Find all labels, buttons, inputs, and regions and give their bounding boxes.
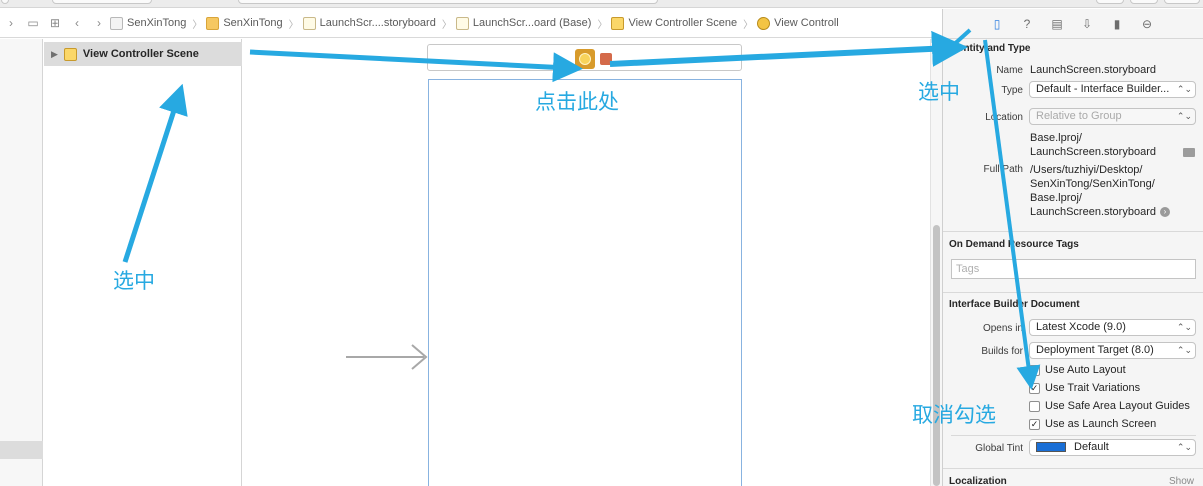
folder-icon[interactable] xyxy=(1183,148,1195,157)
on-demand-resource-tags-title: On Demand Resource Tags xyxy=(949,239,1079,250)
file-inspector-icon[interactable]: ▯ xyxy=(989,16,1005,32)
full-path-line-2: SenXinTong/SenXinTong/ xyxy=(1030,178,1155,190)
size-inspector-icon[interactable]: ▮ xyxy=(1109,16,1125,32)
outline-item-label: View Controller Scene xyxy=(82,48,199,60)
navigator-selection[interactable] xyxy=(0,441,43,459)
breadcrumb-view-controller[interactable]: View Controll xyxy=(757,16,839,30)
breadcrumb-separator-icon: 〉 xyxy=(597,19,608,31)
jump-bar: › ▭ ⊞ ‹ › SenXinTong 〉 SenXinTong 〉 Laun… xyxy=(0,9,942,38)
localization-show-button[interactable]: Show xyxy=(1169,476,1194,486)
toolbar-activity-view xyxy=(238,0,658,4)
annotation-click-here: 点击此处 xyxy=(535,90,619,114)
folder-icon xyxy=(206,16,220,30)
use-safe-area-layout-guides-checkbox[interactable]: Use Safe Area Layout Guides xyxy=(1029,400,1190,412)
first-responder-dock-icon[interactable] xyxy=(600,53,612,65)
type-label: Type xyxy=(1001,85,1023,96)
location-path-line-1: Base.lproj/ xyxy=(1030,132,1082,144)
storyboard-file-icon xyxy=(302,16,316,30)
toolbar-editor-button[interactable] xyxy=(1130,0,1158,4)
full-path-label: Full Path xyxy=(983,164,1023,175)
breadcrumb-separator-icon: 〉 xyxy=(288,19,299,31)
view-controller-icon xyxy=(757,16,771,30)
window-toolbar-strip xyxy=(0,0,1203,8)
toolbar-button[interactable] xyxy=(1,0,9,4)
checkbox-checked[interactable]: ✓ xyxy=(1029,364,1040,376)
opens-in-label: Opens in xyxy=(982,323,1023,334)
use-auto-layout-checkbox[interactable]: ✓ Use Auto Layout xyxy=(1029,364,1126,376)
popup-chevron-icon: ⌃⌄ xyxy=(1176,322,1192,332)
disclosure-triangle-icon[interactable]: ▶ xyxy=(51,49,58,60)
breadcrumb-separator-icon: 〉 xyxy=(441,19,452,31)
builds-for-popup[interactable]: Deployment Target (8.0) ⌃⌄ xyxy=(1029,342,1196,359)
section-divider xyxy=(943,468,1203,469)
checkbox-unchecked[interactable] xyxy=(1029,400,1040,412)
annotation-uncheck: 取消勾选 xyxy=(912,403,996,427)
full-path-line-1: /Users/tuzhiyi/Desktop/ xyxy=(1030,164,1143,176)
popup-chevron-icon: ⌃⌄ xyxy=(1176,345,1192,355)
scene-icon xyxy=(611,16,625,30)
full-path-line-3: Base.lproj/ xyxy=(1030,192,1082,204)
breadcrumb-folder[interactable]: SenXinTong xyxy=(206,16,283,30)
breadcrumb-storyboard[interactable]: LaunchScr....storyboard xyxy=(302,16,436,30)
checkbox-checked[interactable]: ✓ xyxy=(1029,418,1040,430)
type-popup[interactable]: Default - Interface Builder... ⌃⌄ xyxy=(1029,81,1196,98)
outline-item-view-controller-scene[interactable]: ▶ View Controller Scene xyxy=(44,42,242,66)
opens-in-popup[interactable]: Latest Xcode (9.0) ⌃⌄ xyxy=(1029,319,1196,336)
name-value[interactable]: LaunchScreen.storyboard xyxy=(1030,64,1156,76)
view-controller-view[interactable] xyxy=(428,79,742,486)
breadcrumb-separator-icon: 〉 xyxy=(743,19,754,31)
breadcrumb-separator-icon: 〉 xyxy=(192,19,203,31)
storyboard-file-icon xyxy=(455,16,469,30)
full-path-line-4: LaunchScreen.storyboard › xyxy=(1030,206,1170,218)
back-arrow-icon[interactable]: ‹ xyxy=(66,16,88,30)
popup-chevron-icon: ⌃⌄ xyxy=(1176,111,1192,121)
use-as-launch-screen-checkbox[interactable]: ✓ Use as Launch Screen xyxy=(1029,418,1156,430)
builds-for-label: Builds for xyxy=(981,346,1023,357)
toolbar-editor-button[interactable] xyxy=(1096,0,1124,4)
scrollbar-thumb[interactable] xyxy=(933,225,940,486)
identity-inspector-icon[interactable]: ▤ xyxy=(1049,16,1065,32)
annotation-select-outline: 选中 xyxy=(113,269,155,293)
quick-help-icon[interactable]: ? xyxy=(1019,16,1035,32)
breadcrumb-scene[interactable]: View Controller Scene xyxy=(611,16,737,30)
inspector-tabs: ▯ ? ▤ ⇩ ▮ ⊖ xyxy=(943,9,1203,39)
attributes-inspector-icon[interactable]: ⇩ xyxy=(1079,16,1095,32)
identity-and-type-title: Identity and Type xyxy=(949,43,1031,54)
scene-icon xyxy=(63,47,77,61)
localization-title: Localization xyxy=(949,476,1007,486)
section-divider xyxy=(943,231,1203,232)
global-tint-popup[interactable]: Default ⌃⌄ xyxy=(1029,439,1196,456)
name-label: Name xyxy=(996,65,1023,76)
popup-chevron-icon: ⌃⌄ xyxy=(1176,84,1192,94)
breadcrumb-storyboard-base[interactable]: LaunchScr...oard (Base) xyxy=(455,16,591,30)
view-controller-dock-icon[interactable] xyxy=(575,49,595,69)
toolbar-panel-button[interactable] xyxy=(1164,0,1200,4)
toolbar-scheme-button[interactable] xyxy=(52,0,152,4)
forward-arrow-icon[interactable]: › xyxy=(88,16,110,30)
project-icon xyxy=(110,16,123,30)
related-files-icon[interactable]: ⊞ xyxy=(44,16,66,30)
breadcrumb-project[interactable]: SenXinTong xyxy=(110,16,186,30)
document-outline: ▶ View Controller Scene xyxy=(44,39,242,486)
section-divider xyxy=(943,292,1203,293)
tags-field[interactable]: Tags xyxy=(951,259,1196,279)
scene-dock xyxy=(427,44,742,71)
chevron-left-icon[interactable]: › xyxy=(0,16,22,30)
checkbox-checked[interactable]: ✓ xyxy=(1029,382,1040,394)
location-path-line-2: LaunchScreen.storyboard xyxy=(1030,146,1156,158)
use-trait-variations-checkbox[interactable]: ✓ Use Trait Variations xyxy=(1029,382,1140,394)
annotation-select-inspector: 选中 xyxy=(918,80,960,104)
popup-chevron-icon: ⌃⌄ xyxy=(1176,442,1192,452)
location-label: Location xyxy=(985,112,1023,123)
comment-icon[interactable]: ▭ xyxy=(22,16,44,30)
initial-view-controller-arrow-icon xyxy=(346,344,428,370)
global-tint-label: Global Tint xyxy=(975,443,1023,454)
tint-color-swatch xyxy=(1036,442,1066,453)
location-popup[interactable]: Relative to Group ⌃⌄ xyxy=(1029,108,1196,125)
connections-inspector-icon[interactable]: ⊖ xyxy=(1139,16,1155,32)
reveal-in-finder-icon[interactable]: › xyxy=(1159,207,1170,218)
interface-builder-document-title: Interface Builder Document xyxy=(949,299,1080,310)
navigator-gutter xyxy=(0,39,43,486)
section-divider xyxy=(951,435,1196,436)
